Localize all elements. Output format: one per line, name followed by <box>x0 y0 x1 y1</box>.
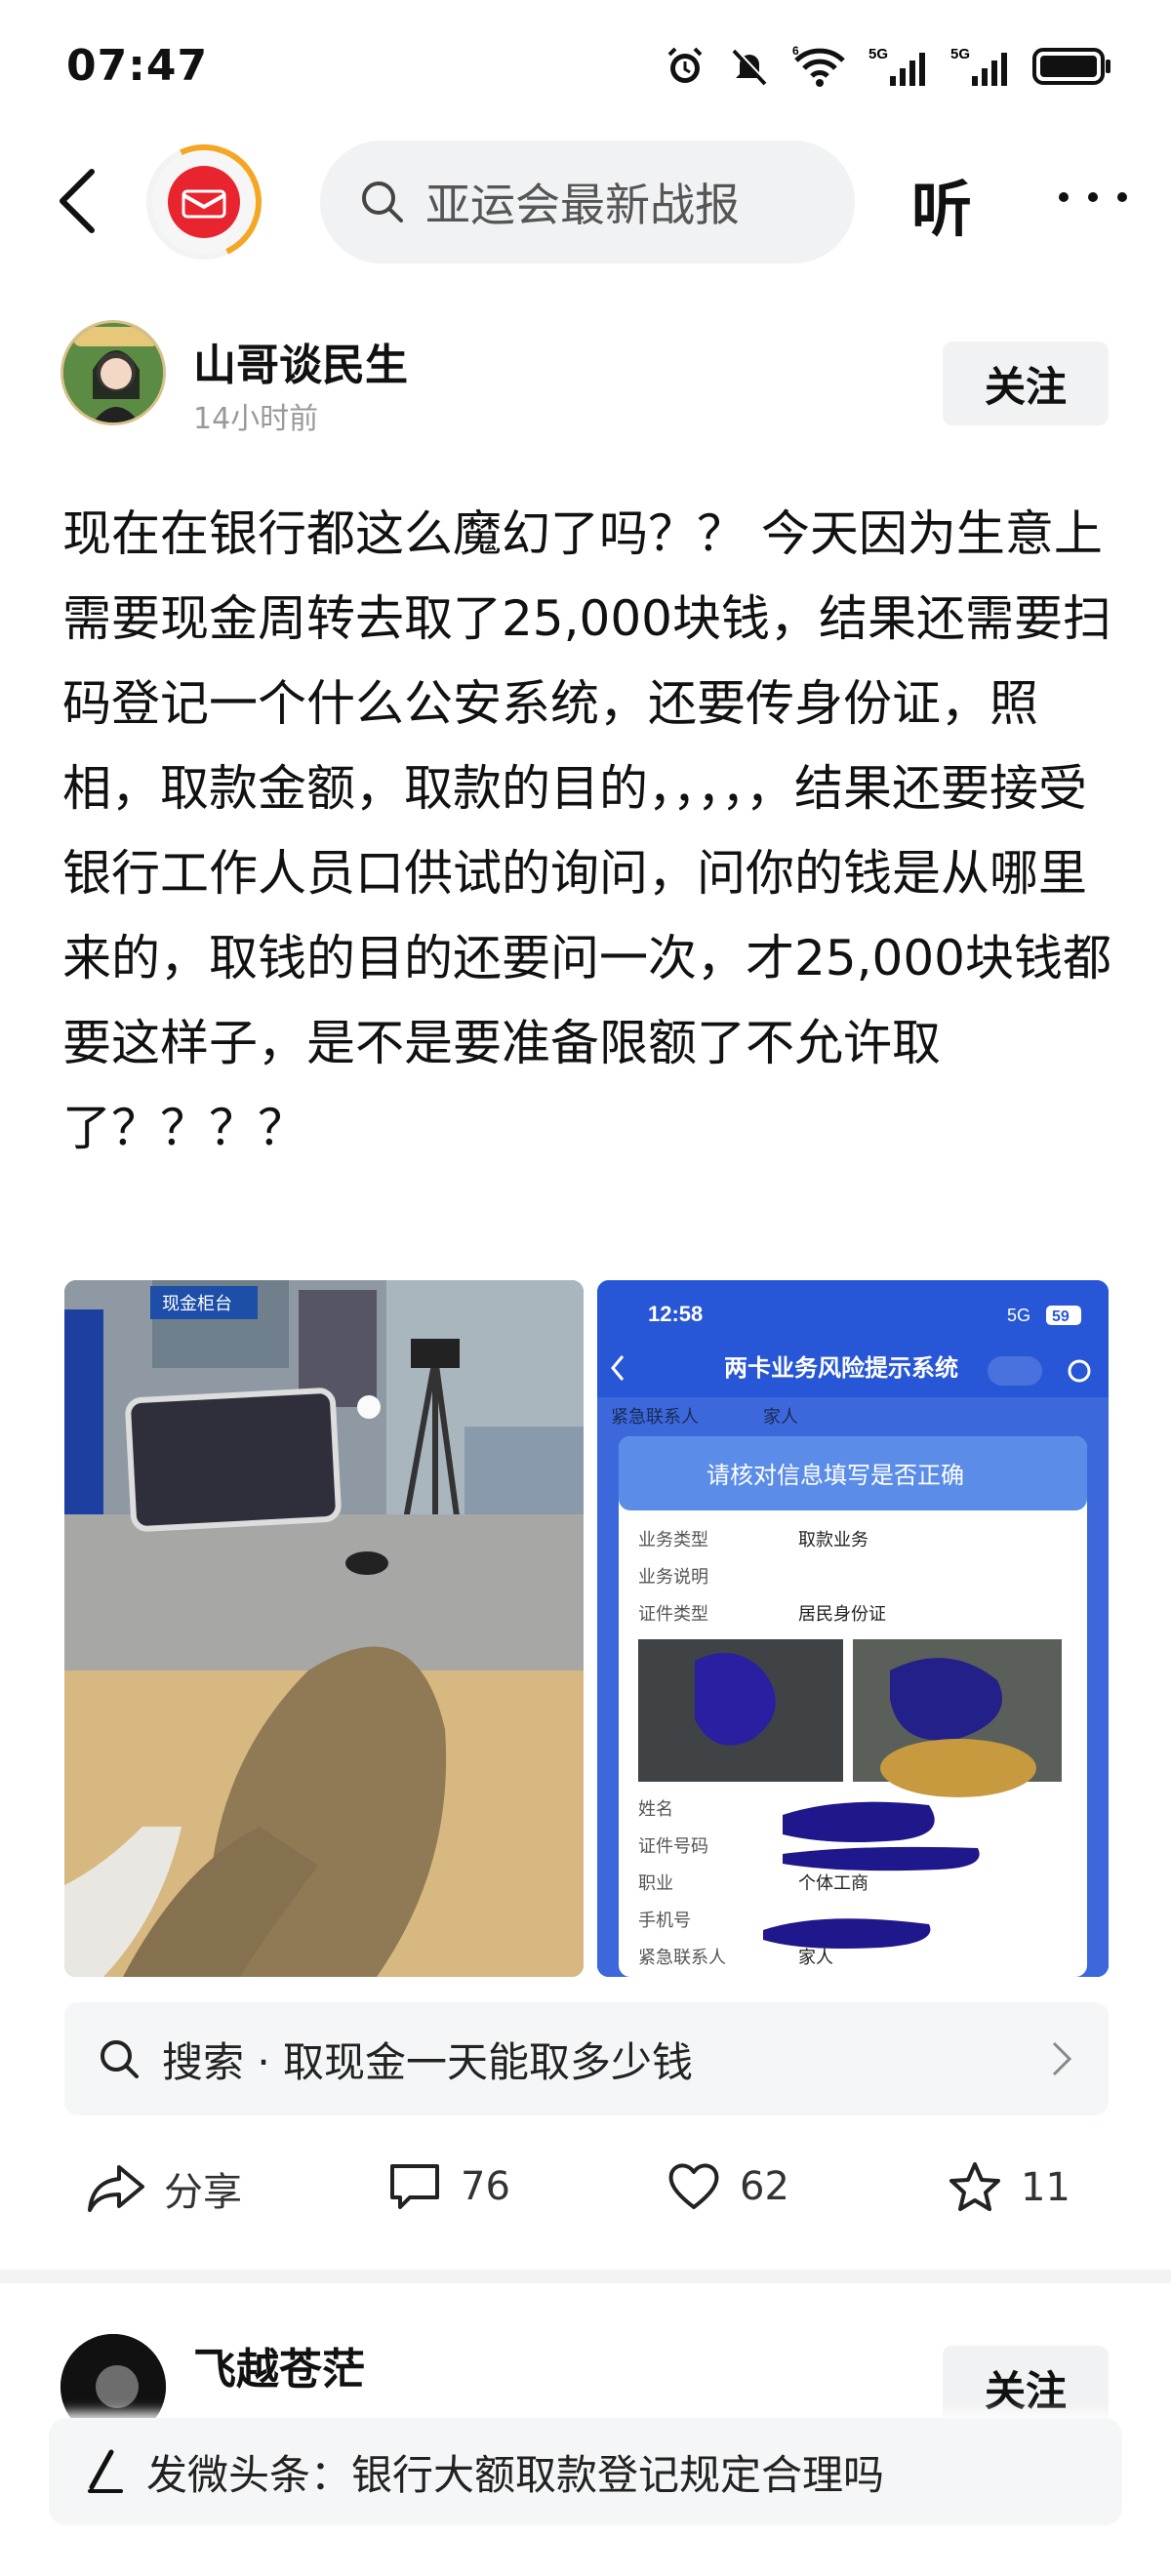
screenshot-battery: 59 <box>1052 1308 1070 1325</box>
risk-form-screenshot: 12:58 5G 59 两卡业务风险提示系统 紧急联系人 家人 请核对信息填写是… <box>597 1280 1109 1977</box>
screenshot-signal: 5G <box>1007 1306 1030 1325</box>
mute-icon <box>732 48 768 86</box>
feed-divider <box>0 2270 1171 2283</box>
search-icon <box>101 2040 139 2078</box>
bank-counter-photo: 现金柜台 <box>64 1280 584 1977</box>
comment-count: 76 <box>461 2164 510 2209</box>
screenshot-top-value: 家人 <box>763 1407 798 1428</box>
post-text: 现在在银行都这么魔幻了吗？？ 今天因为生意上需要现金周转去取了25,000块钱，… <box>62 505 1111 1156</box>
search-input[interactable]: 亚运会最新战报 <box>320 141 855 263</box>
battery-icon <box>1032 48 1110 85</box>
svg-text:紧急联系人: 紧急联系人 <box>638 1948 726 1968</box>
svg-text:证件类型: 证件类型 <box>638 1604 708 1625</box>
search-placeholder: 亚运会最新战报 <box>425 179 740 231</box>
post-time: 14小时前 <box>193 402 319 436</box>
alarm-icon <box>667 47 703 83</box>
screenshot-title: 两卡业务风险提示系统 <box>724 1354 958 1382</box>
screenshot-time: 12:58 <box>648 1302 703 1326</box>
post-image-bank-counter[interactable]: 现金柜台 <box>64 1280 584 1977</box>
chevron-right-icon <box>1052 2041 1072 2076</box>
star-icon <box>949 2162 1000 2211</box>
action-bar: 分享 76 62 11 <box>0 2147 1171 2234</box>
search-icon <box>362 181 403 222</box>
svg-text:姓名: 姓名 <box>638 1799 673 1820</box>
more-dots-icon <box>1059 192 1127 202</box>
heart-icon <box>668 2163 719 2209</box>
svg-text:5G: 5G <box>950 46 970 62</box>
related-search-text: 搜索 · 取现金一天能取多少钱 <box>162 2037 694 2086</box>
svg-text:居民身份证: 居民身份证 <box>798 1604 886 1625</box>
like-button[interactable]: 62 <box>666 2160 789 2213</box>
share-icon <box>88 2165 144 2212</box>
svg-text:个体工商: 个体工商 <box>798 1873 868 1894</box>
svg-text:5G: 5G <box>868 46 888 62</box>
compose-text: 发微头条：银行大额取款登记规定合理吗 <box>146 2450 885 2499</box>
status-icons: 6 5G 5G <box>664 45 1112 88</box>
author-name[interactable]: 山哥谈民生 <box>193 330 408 392</box>
status-bar: 07:47 6 5G 5G <box>0 0 1171 137</box>
listen-button[interactable]: 听 <box>911 160 972 248</box>
wifi-icon: 6 <box>792 45 845 87</box>
signal-5g-icon: 5G <box>868 46 925 86</box>
compose-post-bar[interactable]: 发微头条：银行大额取款登记规定合理吗 <box>49 2418 1122 2525</box>
svg-text:证件号码: 证件号码 <box>638 1836 708 1857</box>
favorite-count: 11 <box>1021 2165 1070 2210</box>
comment-icon <box>390 2164 439 2209</box>
top-nav: 亚运会最新战报 听 <box>0 128 1171 276</box>
svg-text:业务类型: 业务类型 <box>638 1530 708 1550</box>
comment-button[interactable]: 76 <box>386 2160 510 2213</box>
back-button[interactable] <box>49 162 107 240</box>
logo-icon <box>168 166 240 238</box>
signal-5g-icon: 5G <box>950 46 1007 86</box>
next-author-name[interactable]: 飞越苍茫 <box>193 2334 365 2396</box>
avatar-image <box>63 323 163 423</box>
svg-text:取款业务: 取款业务 <box>798 1530 868 1550</box>
wifi-badge: 6 <box>792 45 799 58</box>
author-avatar[interactable] <box>61 320 166 425</box>
like-count: 62 <box>740 2164 789 2209</box>
screenshot-banner: 请核对信息填写是否正确 <box>707 1462 964 1489</box>
status-time: 07:47 <box>66 41 209 91</box>
counter-sign-text: 现金柜台 <box>162 1294 232 1314</box>
svg-text:手机号: 手机号 <box>638 1911 691 1931</box>
envelope-icon <box>182 189 226 219</box>
svg-text:职业: 职业 <box>638 1873 673 1894</box>
follow-button[interactable]: 关注 <box>943 342 1109 425</box>
svg-text:业务说明: 业务说明 <box>638 1567 708 1588</box>
more-options-button[interactable] <box>1044 168 1142 226</box>
share-button[interactable]: 分享 <box>86 2160 242 2217</box>
favorite-button[interactable]: 11 <box>947 2160 1070 2215</box>
app-logo-button[interactable] <box>130 128 278 276</box>
back-arrow-icon <box>60 169 95 233</box>
share-label: 分享 <box>164 2170 242 2215</box>
screenshot-top-label: 紧急联系人 <box>611 1407 699 1428</box>
pen-icon <box>88 2449 123 2493</box>
post-image-risk-form[interactable]: 12:58 5G 59 两卡业务风险提示系统 紧急联系人 家人 请核对信息填写是… <box>597 1280 1109 1977</box>
related-search-link[interactable]: 搜索 · 取现金一天能取多少钱 <box>64 2002 1109 2115</box>
svg-text:家人: 家人 <box>798 1948 833 1968</box>
